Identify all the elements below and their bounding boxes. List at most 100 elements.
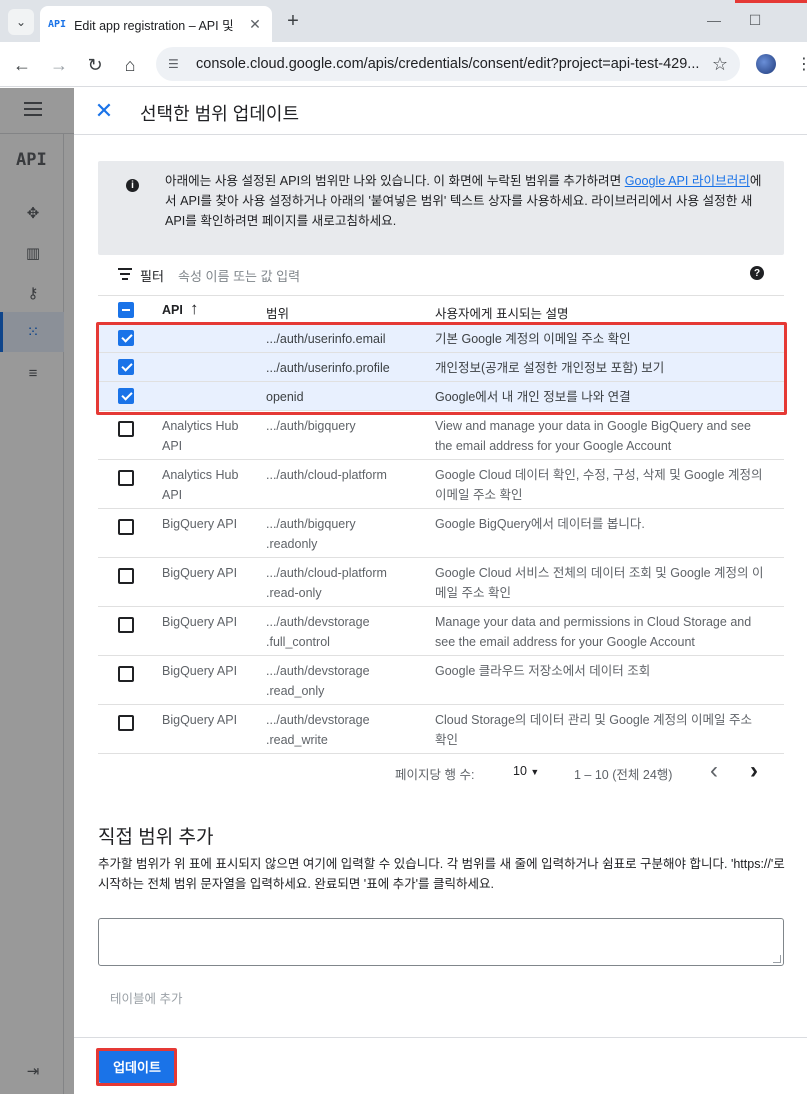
- info-text: 아래에는 사용 설정된 API의 범위만 나와 있습니다. 이 화면에 누락된 …: [165, 171, 765, 231]
- row-api-cell: Analytics Hub API: [162, 419, 239, 453]
- row-checkbox[interactable]: [118, 519, 134, 535]
- row-scope-cell: .../auth/bigquery .readonly: [266, 517, 356, 551]
- pagination: 페이지당 행 수: 10 ▼ 1 – 10 (전체 24행) ‹ ›: [98, 757, 784, 787]
- dropdown-caret-icon: ▼: [530, 767, 540, 777]
- browser-toolbar: ← → ↻ ⌂ ☰ console.cloud.google.com/apis/…: [0, 42, 807, 87]
- footer-divider: [74, 1037, 807, 1038]
- row-checkbox[interactable]: [118, 330, 134, 346]
- select-all-checkbox[interactable]: [118, 302, 134, 318]
- table-row[interactable]: Analytics Hub API .../auth/cloud-platform…: [98, 460, 784, 509]
- resize-grip-icon[interactable]: [773, 955, 781, 963]
- table-body: .../auth/userinfo.email 기본 Google 계정의 이메일…: [98, 324, 784, 754]
- row-scope-cell: .../auth/userinfo.profile: [266, 361, 390, 375]
- minimize-button[interactable]: —: [704, 10, 724, 30]
- rows-per-page-select[interactable]: 10 ▼: [513, 764, 539, 778]
- row-api-cell: Analytics Hub API: [162, 468, 239, 502]
- next-page-icon[interactable]: ›: [750, 757, 758, 785]
- rows-per-page-label: 페이지당 행 수:: [395, 768, 475, 782]
- row-checkbox[interactable]: [118, 388, 134, 404]
- info-callout: i 아래에는 사용 설정된 API의 범위만 나와 있습니다. 이 화면에 누락…: [98, 161, 784, 255]
- table-row[interactable]: openid Google에서 내 개인 정보를 나와 연결: [98, 382, 784, 411]
- row-scope-cell: .../auth/bigquery: [266, 419, 356, 433]
- row-description-cell: 개인정보(공개로 설정한 개인정보 포함) 보기: [435, 361, 665, 375]
- row-checkbox[interactable]: [118, 359, 134, 375]
- url-text[interactable]: console.cloud.google.com/apis/credential…: [196, 56, 704, 72]
- tab-title: Edit app registration – API 및: [74, 18, 234, 33]
- update-button[interactable]: 업데이트: [98, 1049, 176, 1083]
- table-row[interactable]: BigQuery API .../auth/devstorage .full_con…: [98, 607, 784, 656]
- new-tab-button[interactable]: +: [281, 9, 305, 33]
- row-api-cell: BigQuery API: [162, 664, 238, 678]
- table-row[interactable]: BigQuery API .../auth/bigquery .readonly Go…: [98, 509, 784, 558]
- page-range: 1 – 10 (전체 24행): [574, 768, 673, 782]
- row-api-cell: BigQuery API: [162, 517, 238, 531]
- rows-per-page-value: 10: [513, 764, 527, 778]
- row-scope-cell: .../auth/devstorage .read_only: [266, 664, 370, 698]
- row-description-cell: Google Cloud 데이터 확인, 수정, 구성, 삭제 및 Google…: [435, 468, 763, 502]
- help-icon[interactable]: ?: [750, 266, 764, 280]
- table-row[interactable]: BigQuery API .../auth/devstorage .read_onl…: [98, 656, 784, 705]
- close-icon[interactable]: ✕: [92, 98, 116, 123]
- browser-tab[interactable]: API Edit app registration – API 및 ✕: [40, 6, 272, 42]
- tab-list-button[interactable]: ⌄: [8, 9, 34, 35]
- panel-title: 선택한 범위 업데이트: [140, 104, 300, 124]
- column-scope: 범위: [266, 307, 290, 321]
- table-row[interactable]: .../auth/userinfo.email 기본 Google 계정의 이메일…: [98, 324, 784, 353]
- row-scope-cell: .../auth/cloud-platform: [266, 468, 387, 482]
- column-api[interactable]: API: [162, 303, 183, 317]
- address-bar[interactable]: ☰ console.cloud.google.com/apis/credenti…: [156, 47, 740, 81]
- row-scope-cell: .../auth/devstorage .read_write: [266, 713, 370, 747]
- forward-arrow-icon[interactable]: →: [47, 53, 71, 77]
- more-menu-icon[interactable]: ⋮: [796, 54, 807, 74]
- table-row[interactable]: .../auth/userinfo.profile 개인정보(공개로 설정한 개인…: [98, 353, 784, 382]
- info-text-part1: 아래에는 사용 설정된 API의 범위만 나와 있습니다. 이 화면에 누락된 …: [165, 174, 625, 188]
- home-icon[interactable]: ⌂: [118, 53, 142, 77]
- column-description: 사용자에게 표시되는 설명: [435, 307, 569, 321]
- row-description-cell: Google 클라우드 저장소에서 데이터 조회: [435, 664, 651, 678]
- panel-divider: [74, 134, 807, 135]
- update-scopes-panel: ✕ 선택한 범위 업데이트 i 아래에는 사용 설정된 API의 범위만 나와 …: [74, 88, 807, 1094]
- info-icon: i: [126, 179, 139, 192]
- panel-header: ✕ 선택한 범위 업데이트: [74, 88, 807, 134]
- api-library-link[interactable]: Google API 라이브러리: [625, 174, 750, 188]
- row-scope-cell: .../auth/userinfo.email: [266, 332, 386, 346]
- filter-icon: [118, 268, 132, 280]
- row-checkbox[interactable]: [118, 470, 134, 486]
- chevron-down-icon: ⌄: [15, 15, 27, 29]
- row-description-cell: 기본 Google 계정의 이메일 주소 확인: [435, 332, 631, 346]
- row-checkbox[interactable]: [118, 715, 134, 731]
- row-api-cell: BigQuery API: [162, 713, 238, 727]
- profile-avatar[interactable]: [756, 54, 776, 74]
- window-close-strip[interactable]: [735, 0, 807, 3]
- row-checkbox[interactable]: [118, 421, 134, 437]
- row-description-cell: View and manage your data in Google BigQ…: [435, 419, 751, 453]
- table-row[interactable]: Analytics Hub API .../auth/bigquery View a…: [98, 411, 784, 460]
- tab-close-icon[interactable]: ✕: [246, 15, 264, 33]
- row-description-cell: Google에서 내 개인 정보를 나와 연결: [435, 390, 631, 404]
- row-checkbox[interactable]: [118, 666, 134, 682]
- back-arrow-icon[interactable]: ←: [10, 53, 34, 77]
- prev-page-icon[interactable]: ‹: [710, 757, 718, 785]
- site-info-icon[interactable]: ☰: [168, 57, 186, 71]
- row-description-cell: Google BigQuery에서 데이터를 봅니다.: [435, 517, 645, 531]
- maximize-button[interactable]: ☐: [745, 10, 765, 30]
- bookmark-star-icon[interactable]: ☆: [712, 54, 728, 75]
- add-to-table-button[interactable]: 테이블에 추가: [110, 988, 182, 1007]
- row-scope-cell: .../auth/devstorage .full_control: [266, 615, 370, 649]
- table-row[interactable]: BigQuery API .../auth/devstorage .read_wri…: [98, 705, 784, 754]
- manual-scopes-textarea[interactable]: [98, 918, 784, 966]
- manual-scopes-description: 추가할 범위가 위 표에 표시되지 않으면 여기에 입력할 수 있습니다. 각 …: [98, 857, 785, 891]
- table-row[interactable]: BigQuery API .../auth/cloud-platform .read…: [98, 558, 784, 607]
- row-description-cell: Manage your data and permissions in Clou…: [435, 615, 752, 649]
- browser-tabbar: ⌄ API Edit app registration – API 및 ✕ + …: [0, 0, 807, 42]
- reload-icon[interactable]: ↻: [83, 53, 107, 77]
- row-checkbox[interactable]: [118, 617, 134, 633]
- sort-arrow-up-icon[interactable]: ↑: [190, 299, 199, 319]
- scopes-table: API ↑ 범위 사용자에게 표시되는 설명 .../auth/userinfo…: [98, 296, 784, 754]
- filter-bar[interactable]: 필터 속성 이름 또는 값 입력 ?: [98, 256, 784, 296]
- manual-scopes-title: 직접 범위 추가: [98, 827, 214, 848]
- filter-input[interactable]: 속성 이름 또는 값 입력: [178, 266, 300, 285]
- row-checkbox[interactable]: [118, 568, 134, 584]
- filter-label: 필터: [140, 269, 164, 284]
- row-description-cell: Cloud Storage의 데이터 관리 및 Google 계정의 이메일 주…: [435, 713, 753, 747]
